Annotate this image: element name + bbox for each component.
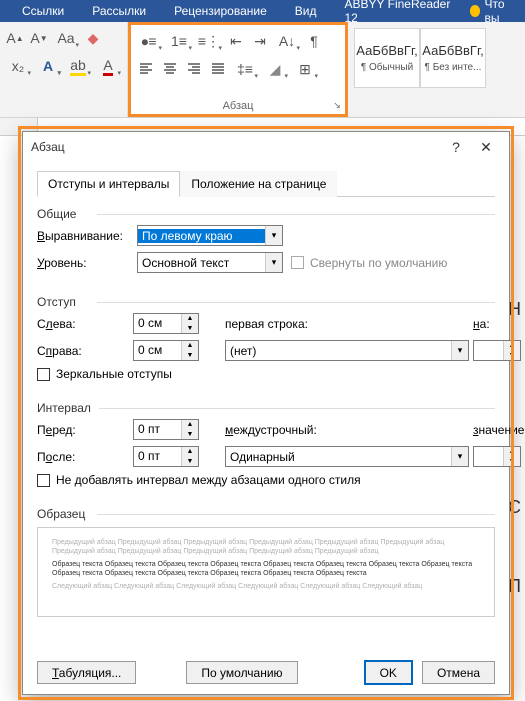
line-spacing-label: междустрочный:	[225, 423, 345, 437]
spacing-before-label: Перед:	[37, 423, 129, 437]
indent-left-label: Слева:	[37, 317, 129, 331]
tab-review[interactable]: Рецензирование	[160, 1, 281, 21]
ribbon-body: A▲ A▼ Aa ◆ x₂ A ab A ⦁≡ 1≡ ≡⋮ ⇤ ⇥ A↓ ¶	[0, 22, 525, 118]
change-case-button[interactable]: Aa	[52, 27, 80, 49]
chevron-down-icon[interactable]: ▾	[265, 253, 282, 272]
tabs-button[interactable]: Табуляция...	[37, 661, 136, 684]
close-button[interactable]: ✕	[471, 132, 501, 162]
spacing-at-label: значение:	[473, 423, 521, 437]
paragraph-group-label: Абзац	[131, 100, 345, 112]
help-button[interactable]: ?	[441, 132, 471, 162]
subscript-button[interactable]: x₂	[4, 55, 32, 77]
paragraph-group: ⦁≡ 1≡ ≡⋮ ⇤ ⇥ A↓ ¶ ‡≡ ◢ ⊞ Абзац	[128, 22, 348, 117]
ok-button[interactable]: OK	[365, 661, 412, 684]
shading-button[interactable]: ◢	[261, 58, 289, 80]
increase-indent-button[interactable]: ⇥	[249, 30, 271, 52]
paragraph-group-launcher[interactable]: ↘	[331, 99, 343, 111]
show-marks-button[interactable]: ¶	[303, 30, 325, 52]
chevron-down-icon[interactable]: ▾	[265, 226, 282, 245]
spacing-after-label: После:	[37, 450, 129, 464]
style-normal[interactable]: АаБбВвГг, ¶ Обычный	[354, 28, 420, 88]
align-left-button[interactable]	[135, 58, 157, 80]
chevron-down-icon[interactable]: ▾	[451, 341, 468, 360]
preview-box: Предыдущий абзац Предыдущий абзац Предыд…	[37, 527, 495, 617]
section-preview: Образец	[37, 507, 495, 521]
justify-button[interactable]	[207, 58, 229, 80]
line-spacing-combo[interactable]: Одинарный ▾	[225, 446, 469, 467]
dialog-title: Абзац	[31, 140, 441, 154]
mirror-indents-checkbox[interactable]: Зеркальные отступы	[37, 367, 495, 381]
collapsed-checkbox: Свернуты по умолчанию	[291, 256, 519, 270]
section-indent: Отступ	[37, 295, 495, 309]
indent-right-spinner[interactable]: 0 см ▲▼	[133, 340, 199, 361]
tab-mailings[interactable]: Рассылки	[78, 1, 160, 21]
indent-right-label: Справа:	[37, 344, 129, 358]
paragraph-dialog: Абзац ? ✕ Отступы и интервалы Положение …	[22, 131, 510, 695]
no-space-same-style-checkbox[interactable]: Не добавлять интервал между абзацами одн…	[37, 473, 495, 487]
grow-font-button[interactable]: A▲	[4, 27, 26, 49]
borders-button[interactable]: ⊞	[291, 58, 319, 80]
set-default-button[interactable]: По умолчанию	[186, 661, 297, 684]
alignment-combo[interactable]: По левому краю ▾	[137, 225, 283, 246]
tab-view[interactable]: Вид	[281, 1, 331, 21]
cancel-button[interactable]: Отмена	[422, 661, 495, 684]
multilevel-button[interactable]: ≡⋮	[195, 30, 223, 52]
sort-button[interactable]: A↓	[273, 30, 301, 52]
spacing-at-spinner[interactable]: ▲▼	[473, 446, 521, 467]
first-line-combo[interactable]: (нет) ▾	[225, 340, 469, 361]
section-spacing: Интервал	[37, 401, 495, 415]
alignment-label: Выравнивание:	[37, 229, 129, 243]
numbering-button[interactable]: 1≡	[165, 30, 193, 52]
spacing-after-spinner[interactable]: 0 пт ▲▼	[133, 446, 199, 467]
level-label: Уровень:	[37, 256, 129, 270]
highlight-button[interactable]: ab	[64, 55, 92, 77]
section-general: Общие	[37, 207, 495, 221]
first-line-label: первая строка:	[225, 317, 345, 331]
dialog-tabs: Отступы и интервалы Положение на страниц…	[37, 170, 495, 197]
shrink-font-button[interactable]: A▼	[28, 27, 50, 49]
align-right-button[interactable]	[183, 58, 205, 80]
bullets-button[interactable]: ⦁≡	[135, 30, 163, 52]
clear-formatting-button[interactable]: ◆	[82, 27, 104, 49]
dialog-titlebar: Абзац ? ✕	[23, 132, 509, 162]
styles-group: АаБбВвГг, ¶ Обычный АаБбВвГг, ¶ Без инте…	[348, 22, 492, 117]
font-group: A▲ A▼ Aa ◆ x₂ A ab A	[0, 22, 128, 117]
chevron-down-icon[interactable]: ▾	[451, 447, 468, 466]
level-combo[interactable]: Основной текст ▾	[137, 252, 283, 273]
decrease-indent-button[interactable]: ⇤	[225, 30, 247, 52]
font-color-button[interactable]: A	[94, 55, 122, 77]
bulb-icon	[470, 5, 481, 17]
tab-references[interactable]: Ссылки	[8, 1, 78, 21]
ribbon-tabs: Ссылки Рассылки Рецензирование Вид ABBYY…	[0, 0, 525, 22]
line-spacing-button[interactable]: ‡≡	[231, 58, 259, 80]
indent-by-spinner[interactable]: ▲▼	[473, 340, 521, 361]
align-center-button[interactable]	[159, 58, 181, 80]
tab-page-position[interactable]: Положение на странице	[180, 171, 337, 197]
tab-indents-spacing[interactable]: Отступы и интервалы	[37, 171, 180, 197]
indent-left-spinner[interactable]: 0 см ▲▼	[133, 313, 199, 334]
style-no-spacing[interactable]: АаБбВвГг, ¶ Без инте...	[420, 28, 486, 88]
indent-by-label: на:	[473, 317, 521, 331]
spacing-before-spinner[interactable]: 0 пт ▲▼	[133, 419, 199, 440]
dialog-buttons: Табуляция... По умолчанию OK Отмена	[37, 661, 495, 684]
text-effects-button[interactable]: A	[34, 55, 62, 77]
